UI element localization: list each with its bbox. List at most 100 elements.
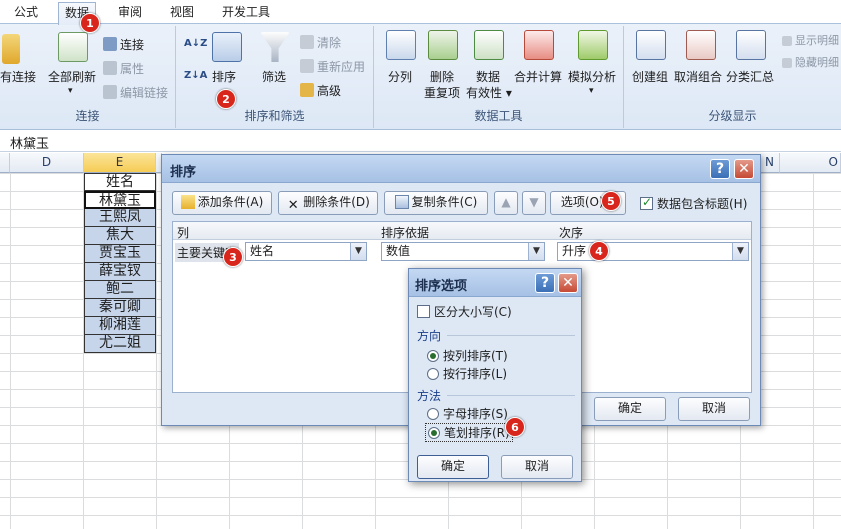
properties-button[interactable]: 属性 — [103, 60, 144, 77]
name-cell[interactable]: 鲍二 — [84, 281, 156, 299]
sort-cancel-button[interactable]: 取消 — [678, 397, 750, 421]
step-marker: 2 — [216, 89, 236, 109]
name-cell[interactable]: 尤二姐 — [84, 335, 156, 353]
by-column-radio[interactable]: 按列排序(T) — [427, 347, 508, 364]
ribbon: 公式 数据 审阅 视图 开发工具 有连接 全部刷新 ▾ 连接 属性 编辑链接 连… — [0, 0, 841, 130]
clear-filter-icon — [300, 35, 314, 49]
close-icon[interactable]: ✕ — [558, 273, 578, 293]
delete-level-button[interactable]: ✕ 删除条件(D) — [278, 191, 378, 215]
column-header-e[interactable]: E — [84, 153, 156, 173]
connections-button[interactable]: 连接 — [103, 36, 144, 53]
name-cell[interactable]: 林黛玉 — [84, 191, 156, 209]
data-validation-button[interactable]: 数据 — [476, 68, 500, 85]
name-cell[interactable]: 柳湘莲 — [84, 317, 156, 335]
name-cell[interactable]: 王熙凤 — [84, 209, 156, 227]
sort-button[interactable]: 排序 — [212, 68, 236, 85]
formula-bar[interactable]: 林黛玉 — [0, 130, 841, 152]
delete-icon: ✕ — [287, 198, 299, 213]
chevron-down-icon: ▼ — [528, 243, 544, 260]
sort-ok-button[interactable]: 确定 — [594, 397, 666, 421]
name-cell[interactable]: 焦大 — [84, 227, 156, 245]
tab-view[interactable]: 视图 — [164, 4, 200, 24]
copy-level-label: 复制条件(C) — [411, 195, 478, 209]
formula-content[interactable]: 林黛玉 — [10, 133, 49, 152]
step-marker: 1 — [80, 13, 100, 33]
close-icon[interactable]: ✕ — [734, 159, 754, 179]
copy-level-button[interactable]: 复制条件(C) — [384, 191, 488, 215]
column-header-n[interactable]: N — [760, 153, 780, 173]
group-icon — [636, 30, 666, 60]
sort-descending-button[interactable]: Z↓A — [184, 70, 207, 81]
options-cancel-button[interactable]: 取消 — [501, 455, 573, 479]
add-level-button[interactable]: 添加条件(A) — [172, 191, 272, 215]
existing-connections-button[interactable]: 有连接 — [0, 68, 36, 85]
sort-ascending-button[interactable]: A↓Z — [184, 38, 207, 49]
data-validation-dropdown[interactable]: 有效性 ▾ — [466, 84, 512, 101]
help-icon[interactable]: ? — [535, 273, 555, 293]
name-cell[interactable]: 秦可卿 — [84, 299, 156, 317]
connections-label: 连接 — [120, 38, 145, 52]
step-marker: 4 — [589, 241, 609, 261]
clear-button[interactable]: 清除 — [300, 34, 341, 51]
reapply-button[interactable]: 重新应用 — [300, 58, 365, 75]
sort-options-titlebar[interactable]: 排序选项 ? ✕ — [409, 269, 581, 297]
tab-formulas[interactable]: 公式 — [8, 4, 44, 24]
sort-icon — [212, 32, 242, 62]
group-sort-filter: A↓Z Z↓A 排序 筛选 清除 重新应用 高级 排序和筛选 — [176, 26, 374, 128]
group-button[interactable]: 创建组 — [632, 68, 668, 85]
refresh-all-button[interactable]: 全部刷新 — [48, 68, 96, 85]
refresh-all-dropdown-icon[interactable]: ▾ — [68, 86, 73, 96]
add-level-icon — [180, 195, 195, 209]
order-select[interactable]: 升序 ▼ — [557, 242, 749, 261]
column-header-d[interactable]: D — [10, 153, 84, 173]
group-label-sort-filter: 排序和筛选 — [244, 109, 305, 123]
name-cell[interactable]: 贾宝玉 — [84, 245, 156, 263]
subtotal-icon — [736, 30, 766, 60]
method-separator — [447, 395, 575, 396]
properties-icon — [103, 61, 117, 75]
col-header-sort-on: 排序依据 — [381, 226, 430, 240]
stroke-order-radio[interactable]: 笔划排序(R) — [425, 423, 513, 442]
radio-selected-icon — [428, 427, 440, 439]
header-cell-name[interactable]: 姓名 — [84, 173, 156, 191]
text-to-columns-button[interactable]: 分列 — [388, 68, 412, 85]
what-if-analysis-icon — [578, 30, 608, 60]
has-headers-checkbox[interactable]: 数据包含标题(H) — [640, 195, 747, 212]
column-header-o[interactable]: O — [780, 153, 841, 173]
radio-selected-icon — [427, 350, 439, 362]
remove-duplicates-label-2[interactable]: 重复项 — [424, 84, 460, 101]
sort-on-select[interactable]: 数值 ▼ — [381, 242, 545, 261]
name-cell[interactable]: 薛宝钗 — [84, 263, 156, 281]
sort-level-row[interactable]: 主要关键字 姓名 ▼ 数值 ▼ 升序 ▼ — [173, 240, 751, 262]
data-validation-icon — [474, 30, 504, 60]
step-marker: 3 — [223, 247, 243, 267]
advanced-button[interactable]: 高级 — [300, 82, 341, 99]
case-sensitive-checkbox[interactable]: 区分大小写(C) — [417, 303, 512, 320]
add-level-label: 添加条件(A) — [197, 195, 264, 209]
what-if-analysis-button[interactable]: 模拟分析 — [568, 68, 616, 85]
sort-dialog-titlebar[interactable]: 排序 ? ✕ — [162, 155, 760, 183]
edit-links-button[interactable]: 编辑链接 — [103, 84, 168, 101]
filter-button[interactable]: 筛选 — [262, 68, 286, 85]
ungroup-button[interactable]: 取消组合 — [674, 68, 722, 85]
select-all-corner[interactable] — [0, 153, 10, 173]
subtotal-button[interactable]: 分类汇总 — [726, 68, 774, 85]
alphabetical-radio[interactable]: 字母排序(S) — [427, 405, 508, 422]
col-header-order: 次序 — [559, 226, 584, 240]
consolidate-button[interactable]: 合并计算 — [514, 68, 562, 85]
options-ok-button[interactable]: 确定 — [417, 455, 489, 479]
direction-separator — [447, 335, 575, 336]
tab-review[interactable]: 审阅 — [112, 4, 148, 24]
show-detail-button[interactable]: 显示明细 — [782, 32, 839, 48]
help-icon[interactable]: ? — [710, 159, 730, 179]
existing-connections-icon — [2, 34, 20, 64]
hide-detail-button[interactable]: 隐藏明细 — [782, 54, 839, 70]
column-select[interactable]: 姓名 ▼ — [245, 242, 367, 261]
by-row-radio[interactable]: 按行排序(L) — [427, 365, 507, 382]
remove-duplicates-button[interactable]: 删除 — [430, 68, 454, 85]
tab-developer[interactable]: 开发工具 — [216, 4, 276, 24]
sort-on-select-value: 数值 — [386, 244, 411, 258]
move-up-button[interactable]: ▲ — [494, 191, 518, 215]
move-down-button[interactable]: ▼ — [522, 191, 546, 215]
what-if-dropdown-icon[interactable]: ▾ — [589, 86, 594, 96]
